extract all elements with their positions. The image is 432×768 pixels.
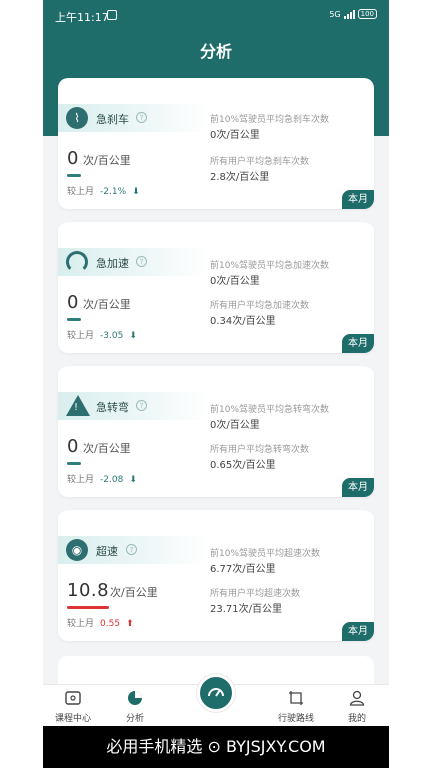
stat-all-value: 23.71次/百公里	[210, 604, 282, 615]
help-icon[interactable]: ?	[136, 400, 147, 411]
battery-icon: 100	[357, 9, 377, 19]
dashboard-button[interactable]	[197, 674, 235, 712]
stat-all-label: 所有用户平均超速次数	[210, 589, 301, 599]
stat-top-label: 前10%驾驶员平均超速次数	[210, 549, 321, 559]
tab-course-center[interactable]: 课程中心	[43, 685, 103, 726]
card-hard-brake[interactable]: ⌇ 急刹车 ? 0 次/百公里 较上月 -2.1% ⬇ 前10%驾驶员平均急刹车次数…	[58, 78, 374, 209]
warning-triangle-icon: !	[66, 395, 90, 416]
stat-all-label: 所有用户平均急刹车次数	[210, 157, 310, 167]
tab-mine[interactable]: 我的	[327, 685, 387, 726]
card-title: 急刹车	[96, 113, 129, 126]
stat-all-label: 所有用户平均急转弯次数	[210, 445, 310, 455]
network-label: 5G	[329, 9, 341, 19]
card-title: 超速	[96, 545, 118, 558]
status-time: 上午11:17	[55, 11, 109, 24]
value-underline	[67, 174, 81, 177]
status-bar: 上午11:17 5G 100	[43, 0, 389, 30]
stat-all-label: 所有用户平均急加速次数	[210, 301, 310, 311]
last-month-delta: -2.1%	[100, 187, 127, 197]
stat-top-label: 前10%驾驶员平均急转弯次数	[210, 405, 330, 415]
stat-top-label: 前10%驾驶员平均急加速次数	[210, 261, 330, 271]
value-underline	[67, 318, 81, 321]
video-icon	[65, 691, 81, 705]
speed-camera-icon: ◉	[66, 539, 88, 561]
car-brake-icon: ⌇	[66, 107, 88, 129]
card-title: 急转弯	[96, 401, 129, 414]
metric-unit: 次/百公里	[83, 442, 131, 455]
value-underline	[67, 606, 109, 609]
metric-value: 10.8	[67, 580, 110, 601]
card-speeding[interactable]: ◉ 超速 ? 10.8 次/百公里 较上月 0.55 ⬆ 前10%驾驶员平均超速次数…	[58, 510, 374, 641]
route-icon	[289, 691, 303, 705]
notification-icon	[107, 10, 117, 20]
metric-unit: 次/百公里	[110, 586, 158, 599]
card-title: 急加速	[96, 257, 129, 270]
metric-value: 0	[67, 148, 79, 169]
arrow-down-icon: ⬇	[132, 187, 140, 197]
app-screen: 上午11:17 5G 100 分析 ⌇ 急刹车 ? 0 次/百公里 较上月 -2.…	[43, 0, 389, 726]
tab-analysis[interactable]: 分析	[105, 685, 165, 726]
stat-top-value: 0次/百公里	[210, 130, 260, 141]
help-icon[interactable]: ?	[126, 544, 137, 555]
last-month-label: 较上月	[67, 331, 95, 341]
help-icon[interactable]: ?	[136, 112, 147, 123]
metric-unit: 次/百公里	[83, 298, 131, 311]
tab-label: 课程中心	[54, 714, 91, 724]
stat-all-value: 0.34次/百公里	[210, 316, 276, 327]
stat-all-value: 2.8次/百公里	[210, 172, 270, 183]
help-icon[interactable]: ?	[136, 256, 147, 267]
last-month-label: 较上月	[67, 187, 95, 197]
metric-unit: 次/百公里	[83, 154, 131, 167]
speedometer-icon	[66, 251, 88, 273]
page-title: 分析	[199, 42, 232, 61]
period-badge[interactable]: 本月	[342, 190, 374, 209]
tab-label: 我的	[347, 714, 366, 724]
arrow-down-icon: ⬇	[129, 331, 137, 341]
pie-chart-icon	[128, 691, 142, 705]
stat-top-value: 0次/百公里	[210, 420, 260, 431]
tab-label: 行驶路线	[277, 714, 314, 724]
last-month-label: 较上月	[67, 475, 95, 485]
stat-all-value: 0.65次/百公里	[210, 460, 276, 471]
tab-label: 分析	[125, 714, 144, 724]
last-month-label: 较上月	[67, 619, 95, 629]
user-icon	[349, 690, 365, 706]
tab-route[interactable]: 行驶路线	[266, 685, 326, 726]
arrow-down-icon: ⬇	[129, 475, 137, 485]
watermark-footer: 必用手机精选 ⊙ BYJSJXY.COM	[43, 726, 389, 768]
period-badge[interactable]: 本月	[342, 478, 374, 497]
stat-top-label: 前10%驾驶员平均急刹车次数	[210, 115, 330, 125]
period-badge[interactable]: 本月	[342, 622, 374, 641]
stat-top-value: 0次/百公里	[210, 276, 260, 287]
last-month-delta: -3.05	[100, 331, 124, 341]
dashboard-icon	[208, 688, 224, 697]
metric-value: 0	[67, 436, 79, 457]
last-month-delta: 0.55	[100, 619, 121, 629]
signal-icon	[343, 9, 355, 19]
metric-value: 0	[67, 292, 79, 313]
last-month-delta: -2.08	[100, 475, 124, 485]
card-hard-accel[interactable]: 急加速 ? 0 次/百公里 较上月 -3.05 ⬇ 前10%驾驶员平均急加速次数 0…	[58, 222, 374, 353]
arrow-up-icon: ⬆	[126, 619, 134, 629]
period-badge[interactable]: 本月	[342, 334, 374, 353]
card-sharp-turn[interactable]: ! 急转弯 ? 0 次/百公里 较上月 -2.08 ⬇ 前10%驾驶员平均急转弯次数…	[58, 366, 374, 497]
stat-top-value: 6.77次/百公里	[210, 564, 276, 575]
value-underline	[67, 462, 81, 465]
